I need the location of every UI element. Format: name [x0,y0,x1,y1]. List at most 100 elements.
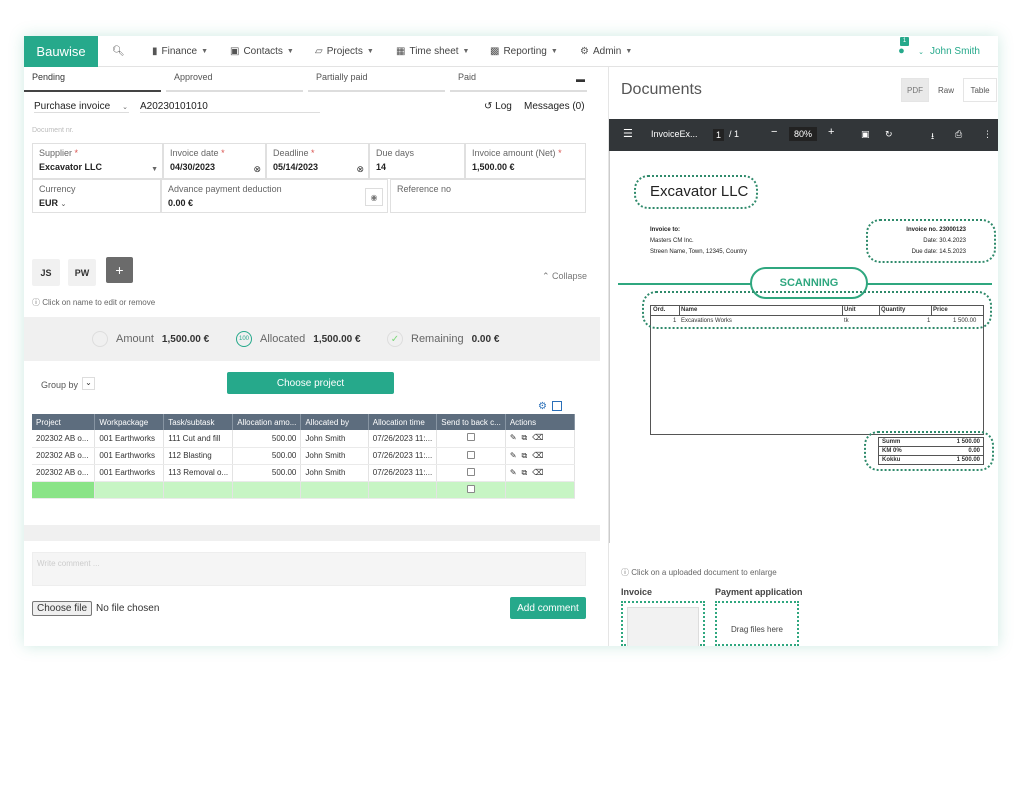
brand-logo[interactable]: Bauwise [24,36,98,67]
page-input[interactable]: 1 [713,129,725,141]
invoice-date-field[interactable]: Invoice date * 04/30/2023 ⊗ [163,143,266,179]
nav-finance[interactable]: ▮ Finance ▼ [152,36,208,67]
pdf-page[interactable]: Excavator LLC Invoice to: Masters CM Inc… [609,151,998,543]
col-send-back[interactable]: Send to back c... [436,414,506,430]
col-workpackage[interactable]: Workpackage [94,414,165,430]
nav-admin[interactable]: ⚙ Admin ▼ [580,36,632,67]
user-menu[interactable]: 1 ● ⌄ John Smith [898,36,980,67]
messages-button[interactable]: Messages (0) [524,101,585,112]
copy-icon: ⧉ [521,433,533,443]
trash-icon: ⌫ [532,450,549,460]
payment-drop-zone[interactable]: Drag files here [715,601,799,646]
row-actions[interactable]: ✎⧉⌫ [505,447,576,465]
tab-paid[interactable]: Paid [450,72,587,92]
row-actions[interactable]: ✎⧉⌫ [505,464,576,482]
notification-icon[interactable]: 1 ● [898,36,912,59]
app-window: Bauwise 🔍︎ ▮ Finance ▼ ▣ Contacts ▼ ▱ Project… [24,36,998,646]
print-icon[interactable]: ⎙ [955,129,962,140]
col-actions: Actions [505,414,576,430]
table-row[interactable]: 202302 AB o... 001 Earthworks 113 Remova… [32,464,576,482]
eye-icon[interactable]: ◉ [365,188,383,206]
rotate-icon[interactable]: ↻ [885,129,893,140]
choose-file-button[interactable]: Choose file [32,601,93,616]
info-icon: ⓘ [32,298,40,307]
copy-icon: ⧉ [521,450,533,460]
supplier-field[interactable]: Supplier * Excavator LLC ▼ [32,143,163,179]
currency-field[interactable]: Currency EUR ⌄ [32,179,161,213]
search-icon[interactable]: 🔍︎ [112,36,125,67]
collapse-button[interactable]: ⌃ Collapse [542,271,587,282]
row-actions[interactable]: ✎⧉⌫ [505,430,576,448]
table-row[interactable]: 202302 AB o... 001 Earthworks 111 Cut an… [32,430,576,448]
comment-input[interactable]: Write comment ... [32,552,586,586]
trash-icon: ⌫ [532,467,549,477]
folder-icon: ▱ [315,46,323,57]
amount-circle-icon [92,331,108,347]
more-icon[interactable]: ⋮ [983,129,992,140]
tab-raw[interactable]: Raw [931,78,961,102]
send-back-checkbox[interactable] [467,433,476,442]
col-project[interactable]: Project [32,414,96,430]
approver-pw[interactable]: PW [68,259,96,286]
edit-icon: ✎ [509,450,522,460]
send-back-checkbox[interactable] [467,450,476,459]
table-row[interactable]: 202302 AB o... 001 Earthworks 112 Blasti… [32,447,576,465]
nav-contacts[interactable]: ▣ Contacts ▼ [230,36,294,67]
zoom-level[interactable]: 80% [789,127,818,141]
settings-icon[interactable]: ⚙ [538,401,547,412]
copy-icon: ⧉ [521,467,533,477]
approver-js[interactable]: JS [32,259,60,286]
invoice-document-slot[interactable] [621,601,705,646]
add-approver-button[interactable]: + [106,257,133,283]
col-task[interactable]: Task/subtask [163,414,234,430]
group-by-label: Group by [41,380,79,390]
tab-approved[interactable]: Approved [166,72,303,92]
card-icon[interactable]: ▬ [576,74,585,84]
invoice-company: Excavator LLC [650,183,749,200]
pdf-file-name: InvoiceEx... [651,129,698,139]
group-by-select[interactable]: ⌄ [82,377,95,390]
nav-timesheet[interactable]: ▦ Time sheet ▼ [396,36,469,67]
invoice-no: Invoice no. 23000123 [906,227,966,233]
invoice-due-date: Due date: 14.5.2023 [911,249,966,255]
summary-amount: Amount 1,500.00 € [92,331,209,347]
invoice-amount-field[interactable]: Invoice amount (Net) * 1,500.00 € [465,143,586,179]
invoice-type-select[interactable]: Purchase invoice ⌄ [34,101,129,113]
invoice-thumbnail[interactable] [627,607,699,646]
new-allocation-row[interactable] [32,481,576,499]
col-allocated-by[interactable]: Allocated by [300,414,369,430]
tab-partially-paid[interactable]: Partially paid [308,72,445,92]
advance-payment-field[interactable]: Advance payment deduction 0.00 € ◉ [161,179,388,213]
tab-pdf[interactable]: PDF [901,78,929,102]
send-back-checkbox[interactable] [467,484,476,493]
tab-table[interactable]: Table [963,78,997,102]
clear-icon[interactable]: ⊗ [253,164,261,175]
file-picker[interactable]: Choose file No file chosen [32,601,159,616]
invoice-number[interactable]: A20230101010 [140,101,320,113]
col-allocation-time[interactable]: Allocation time [368,414,438,430]
col-allocation-amount[interactable]: Allocation amo... [232,414,302,430]
invoice-date: Date: 30.4.2023 [923,238,966,244]
download-icon[interactable]: ⭳ [931,129,934,145]
log-button[interactable]: ↺ Log [484,101,512,112]
document-nr-field[interactable]: Document nr. [32,127,74,134]
menu-icon[interactable]: ☰ [623,127,633,140]
nav-reporting[interactable]: ▩ Reporting ▼ [490,36,558,67]
fit-page-icon[interactable]: ▣ [861,129,870,140]
due-days-field[interactable]: Due days 14 [369,143,465,179]
deadline-field[interactable]: Deadline * 05/14/2023 ⊗ [266,143,369,179]
notification-badge: 1 [900,36,910,46]
clear-icon[interactable]: ⊗ [356,164,364,175]
page-total: / 1 [729,129,740,139]
choose-project-button[interactable]: Choose project [227,372,394,394]
contacts-icon: ▣ [230,46,240,57]
tab-pending[interactable]: Pending [24,72,161,92]
zoom-in-icon[interactable]: + [828,126,834,138]
nav-projects[interactable]: ▱ Projects ▼ [315,36,374,67]
zoom-out-icon[interactable]: − [771,126,777,138]
reference-field[interactable]: Reference no [390,179,586,213]
send-back-checkbox[interactable] [467,467,476,476]
no-file-label: No file chosen [96,603,160,614]
add-comment-button[interactable]: Add comment [510,597,586,619]
columns-icon[interactable] [552,401,562,411]
